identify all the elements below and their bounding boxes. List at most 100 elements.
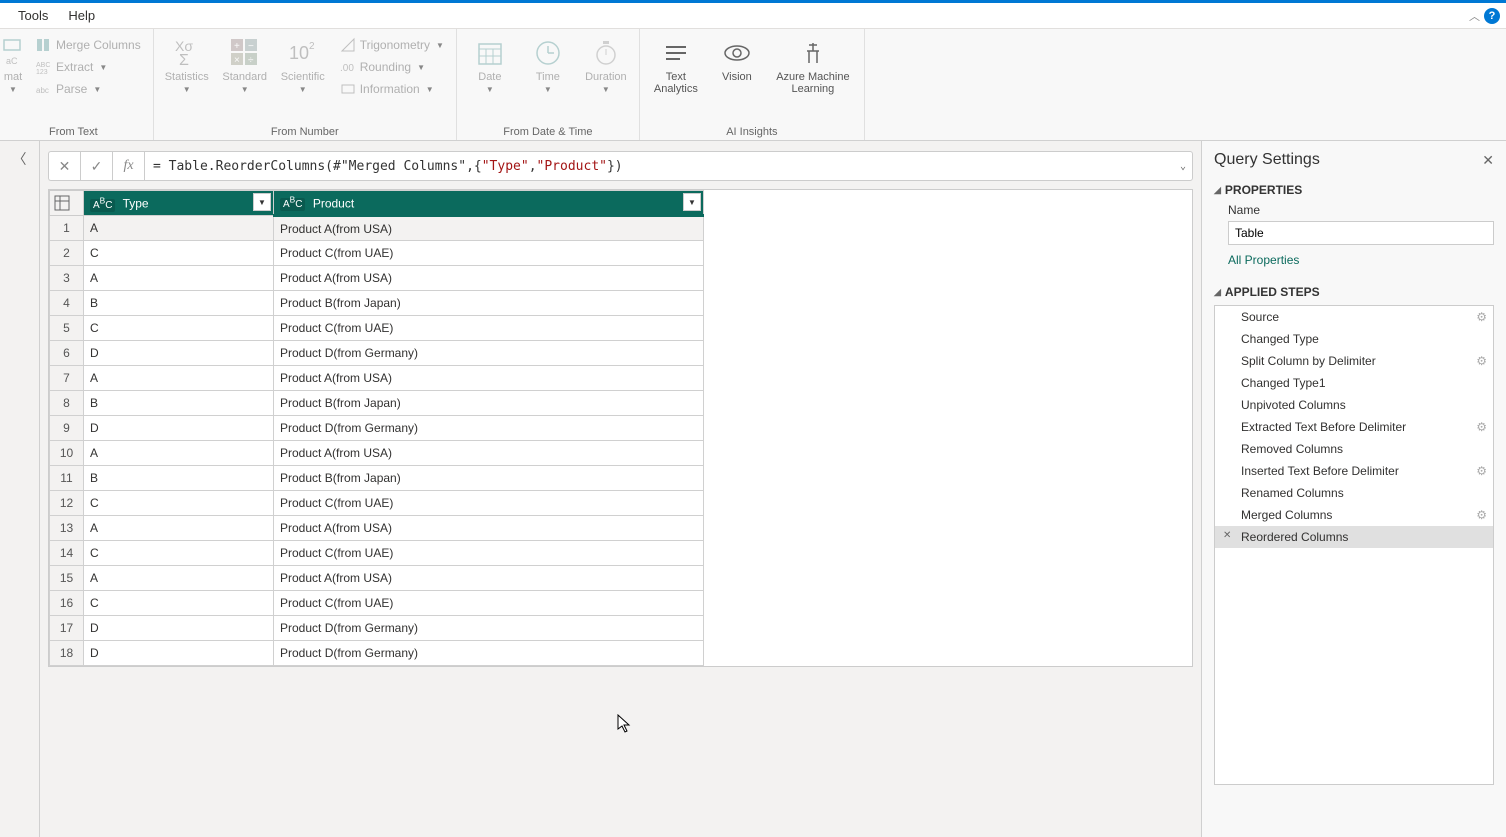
trigonometry-button[interactable]: Trigonometry ▼: [336, 35, 448, 55]
applied-step[interactable]: Changed Type: [1215, 328, 1493, 350]
gear-icon[interactable]: ⚙: [1476, 420, 1487, 434]
row-number[interactable]: 10: [50, 441, 84, 466]
applied-step[interactable]: Extracted Text Before Delimiter⚙: [1215, 416, 1493, 438]
column-filter-type[interactable]: ▼: [253, 193, 271, 211]
applied-step[interactable]: Source⚙: [1215, 306, 1493, 328]
cell-product[interactable]: Product D(from Germany): [274, 341, 704, 366]
applied-step[interactable]: Merged Columns⚙: [1215, 504, 1493, 526]
cell-product[interactable]: Product B(from Japan): [274, 291, 704, 316]
row-number[interactable]: 7: [50, 366, 84, 391]
azure-ml-button[interactable]: Azure Machine Learning: [770, 35, 856, 97]
applied-steps-section-header[interactable]: ◢ APPLIED STEPS: [1214, 285, 1494, 299]
cell-product[interactable]: Product D(from Germany): [274, 416, 704, 441]
time-button[interactable]: Time ▼: [523, 35, 573, 96]
cell-type[interactable]: C: [84, 491, 274, 516]
table-row[interactable]: 4BProduct B(from Japan): [50, 291, 704, 316]
cell-product[interactable]: Product C(from UAE): [274, 241, 704, 266]
table-row[interactable]: 3AProduct A(from USA): [50, 266, 704, 291]
standard-button[interactable]: +−×÷ Standard ▼: [220, 35, 270, 96]
formula-input[interactable]: = Table.ReorderColumns(#"Merged Columns"…: [144, 151, 1193, 181]
cell-type[interactable]: B: [84, 391, 274, 416]
cell-product[interactable]: Product A(from USA): [274, 366, 704, 391]
cell-type[interactable]: B: [84, 291, 274, 316]
cell-type[interactable]: A: [84, 516, 274, 541]
cell-product[interactable]: Product C(from UAE): [274, 316, 704, 341]
cell-type[interactable]: A: [84, 366, 274, 391]
row-number[interactable]: 13: [50, 516, 84, 541]
properties-section-header[interactable]: ◢ PROPERTIES: [1214, 183, 1494, 197]
scientific-button[interactable]: 102 Scientific ▼: [278, 35, 328, 96]
format-button[interactable]: aC mat ▼: [2, 35, 24, 96]
gear-icon[interactable]: ⚙: [1476, 310, 1487, 324]
applied-step[interactable]: Inserted Text Before Delimiter⚙: [1215, 460, 1493, 482]
cell-product[interactable]: Product A(from USA): [274, 216, 704, 241]
text-analytics-button[interactable]: Text Analytics: [648, 35, 704, 97]
table-row[interactable]: 9DProduct D(from Germany): [50, 416, 704, 441]
cell-type[interactable]: A: [84, 566, 274, 591]
table-row[interactable]: 17DProduct D(from Germany): [50, 616, 704, 641]
gear-icon[interactable]: ⚙: [1476, 508, 1487, 522]
cell-type[interactable]: A: [84, 216, 274, 241]
vision-button[interactable]: Vision: [712, 35, 762, 85]
cell-product[interactable]: Product A(from USA): [274, 566, 704, 591]
formula-expand-button[interactable]: ⌄: [1180, 161, 1186, 172]
formula-commit-button[interactable]: ✓: [80, 151, 112, 181]
duration-button[interactable]: Duration ▼: [581, 35, 631, 96]
cell-product[interactable]: Product D(from Germany): [274, 641, 704, 666]
cell-type[interactable]: A: [84, 441, 274, 466]
row-number[interactable]: 3: [50, 266, 84, 291]
cell-product[interactable]: Product A(from USA): [274, 266, 704, 291]
table-row[interactable]: 15AProduct A(from USA): [50, 566, 704, 591]
table-row[interactable]: 8BProduct B(from Japan): [50, 391, 704, 416]
all-properties-link[interactable]: All Properties: [1228, 253, 1494, 267]
table-row[interactable]: 5CProduct C(from UAE): [50, 316, 704, 341]
table-row[interactable]: 14CProduct C(from UAE): [50, 541, 704, 566]
cell-product[interactable]: Product B(from Japan): [274, 466, 704, 491]
cell-product[interactable]: Product B(from Japan): [274, 391, 704, 416]
cell-type[interactable]: C: [84, 591, 274, 616]
table-row[interactable]: 10AProduct A(from USA): [50, 441, 704, 466]
date-button[interactable]: Date ▼: [465, 35, 515, 96]
cell-type[interactable]: C: [84, 541, 274, 566]
cell-product[interactable]: Product C(from UAE): [274, 491, 704, 516]
extract-button[interactable]: ABC123 Extract ▼: [32, 57, 145, 77]
row-number[interactable]: 4: [50, 291, 84, 316]
rounding-button[interactable]: .00 Rounding ▼: [336, 57, 448, 77]
ribbon-collapse-toggle[interactable]: ︿: [1469, 8, 1478, 24]
row-number[interactable]: 1: [50, 216, 84, 241]
cell-product[interactable]: Product A(from USA): [274, 441, 704, 466]
applied-step[interactable]: Renamed Columns: [1215, 482, 1493, 504]
row-number[interactable]: 17: [50, 616, 84, 641]
row-number[interactable]: 11: [50, 466, 84, 491]
applied-step[interactable]: Reordered Columns: [1215, 526, 1493, 548]
row-number[interactable]: 8: [50, 391, 84, 416]
table-row[interactable]: 13AProduct A(from USA): [50, 516, 704, 541]
cell-type[interactable]: B: [84, 466, 274, 491]
information-button[interactable]: Information ▼: [336, 79, 448, 99]
applied-step[interactable]: Removed Columns: [1215, 438, 1493, 460]
table-row[interactable]: 1AProduct A(from USA): [50, 216, 704, 241]
table-row[interactable]: 12CProduct C(from UAE): [50, 491, 704, 516]
cell-product[interactable]: Product D(from Germany): [274, 616, 704, 641]
row-number[interactable]: 6: [50, 341, 84, 366]
cell-type[interactable]: A: [84, 266, 274, 291]
cell-type[interactable]: D: [84, 641, 274, 666]
cell-product[interactable]: Product C(from UAE): [274, 541, 704, 566]
row-number[interactable]: 9: [50, 416, 84, 441]
table-row[interactable]: 18DProduct D(from Germany): [50, 641, 704, 666]
table-corner[interactable]: [50, 191, 84, 216]
formula-cancel-button[interactable]: ✕: [48, 151, 80, 181]
table-row[interactable]: 16CProduct C(from UAE): [50, 591, 704, 616]
gear-icon[interactable]: ⚙: [1476, 464, 1487, 478]
row-number[interactable]: 15: [50, 566, 84, 591]
row-number[interactable]: 12: [50, 491, 84, 516]
cell-type[interactable]: C: [84, 241, 274, 266]
table-row[interactable]: 11BProduct B(from Japan): [50, 466, 704, 491]
queries-pane-collapsed[interactable]: 〈: [0, 141, 40, 837]
row-number[interactable]: 16: [50, 591, 84, 616]
statistics-button[interactable]: XσΣ Statistics ▼: [162, 35, 212, 96]
applied-step[interactable]: Changed Type1: [1215, 372, 1493, 394]
applied-step[interactable]: Split Column by Delimiter⚙: [1215, 350, 1493, 372]
column-header-product[interactable]: ABC Product ▼: [274, 191, 704, 216]
table-row[interactable]: 6DProduct D(from Germany): [50, 341, 704, 366]
